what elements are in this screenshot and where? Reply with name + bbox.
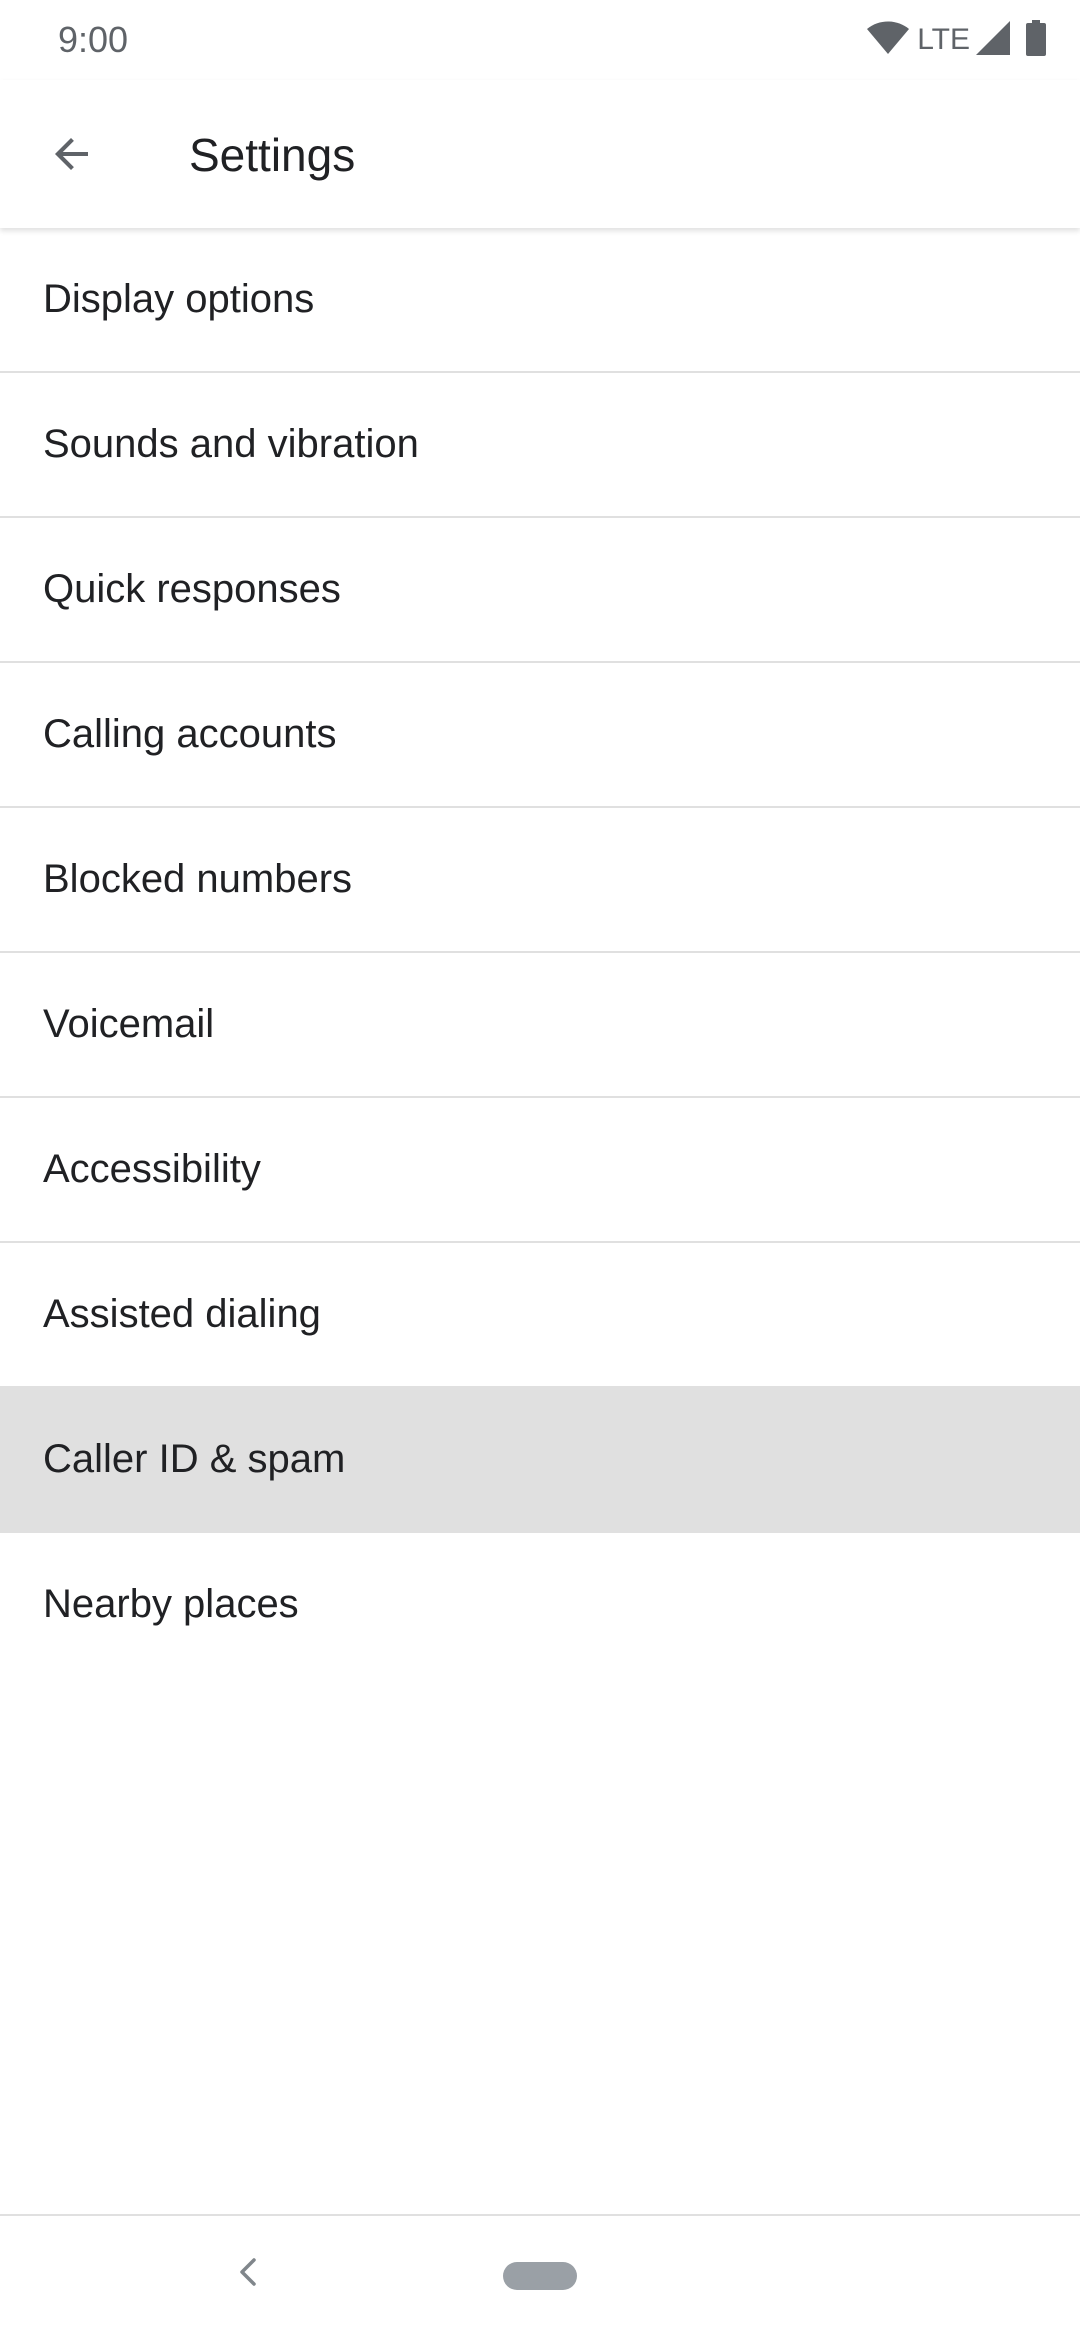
settings-item-caller-id-spam[interactable]: Caller ID & spam [0, 1388, 1080, 1533]
settings-item-quick-responses[interactable]: Quick responses [0, 518, 1080, 663]
settings-item-accessibility[interactable]: Accessibility [0, 1098, 1080, 1243]
settings-item-label: Accessibility [43, 1147, 261, 1191]
arrow-back-icon [48, 130, 96, 183]
settings-item-label: Sounds and vibration [43, 422, 419, 466]
back-button[interactable] [32, 116, 112, 196]
status-time: 9:00 [58, 19, 129, 60]
settings-item-calling-accounts[interactable]: Calling accounts [0, 663, 1080, 808]
network-type-label: LTE [917, 23, 970, 56]
settings-item-assisted-dialing[interactable]: Assisted dialing [0, 1243, 1080, 1388]
settings-item-blocked-numbers[interactable]: Blocked numbers [0, 808, 1080, 953]
settings-item-label: Blocked numbers [43, 857, 353, 901]
home-pill-icon[interactable] [503, 2262, 577, 2290]
settings-item-label: Nearby places [43, 1582, 299, 1626]
settings-item-label: Voicemail [43, 1002, 215, 1046]
settings-list: Display options Sounds and vibration Qui… [0, 228, 1080, 1676]
settings-item-voicemail[interactable]: Voicemail [0, 953, 1080, 1098]
settings-item-sounds-and-vibration[interactable]: Sounds and vibration [0, 373, 1080, 518]
settings-item-display-options[interactable]: Display options [0, 228, 1080, 373]
nav-back-button[interactable] [224, 2250, 272, 2298]
app-bar: Settings [0, 80, 1080, 228]
system-nav-bar [0, 2214, 1080, 2342]
status-icons: LTE [867, 18, 1046, 62]
settings-item-label: Quick responses [43, 567, 341, 611]
settings-item-label: Calling accounts [43, 712, 337, 756]
page-title: Settings [189, 129, 356, 181]
cell-signal-icon [976, 20, 1010, 60]
wifi-icon [867, 21, 910, 60]
battery-icon [1026, 19, 1046, 61]
settings-item-nearby-places[interactable]: Nearby places [0, 1533, 1080, 1676]
settings-item-label: Caller ID & spam [43, 1437, 346, 1481]
settings-item-label: Display options [43, 277, 315, 321]
nav-back-icon [236, 2256, 260, 2293]
settings-item-label: Assisted dialing [43, 1292, 321, 1336]
status-bar: 9:00 LTE [0, 0, 1080, 80]
